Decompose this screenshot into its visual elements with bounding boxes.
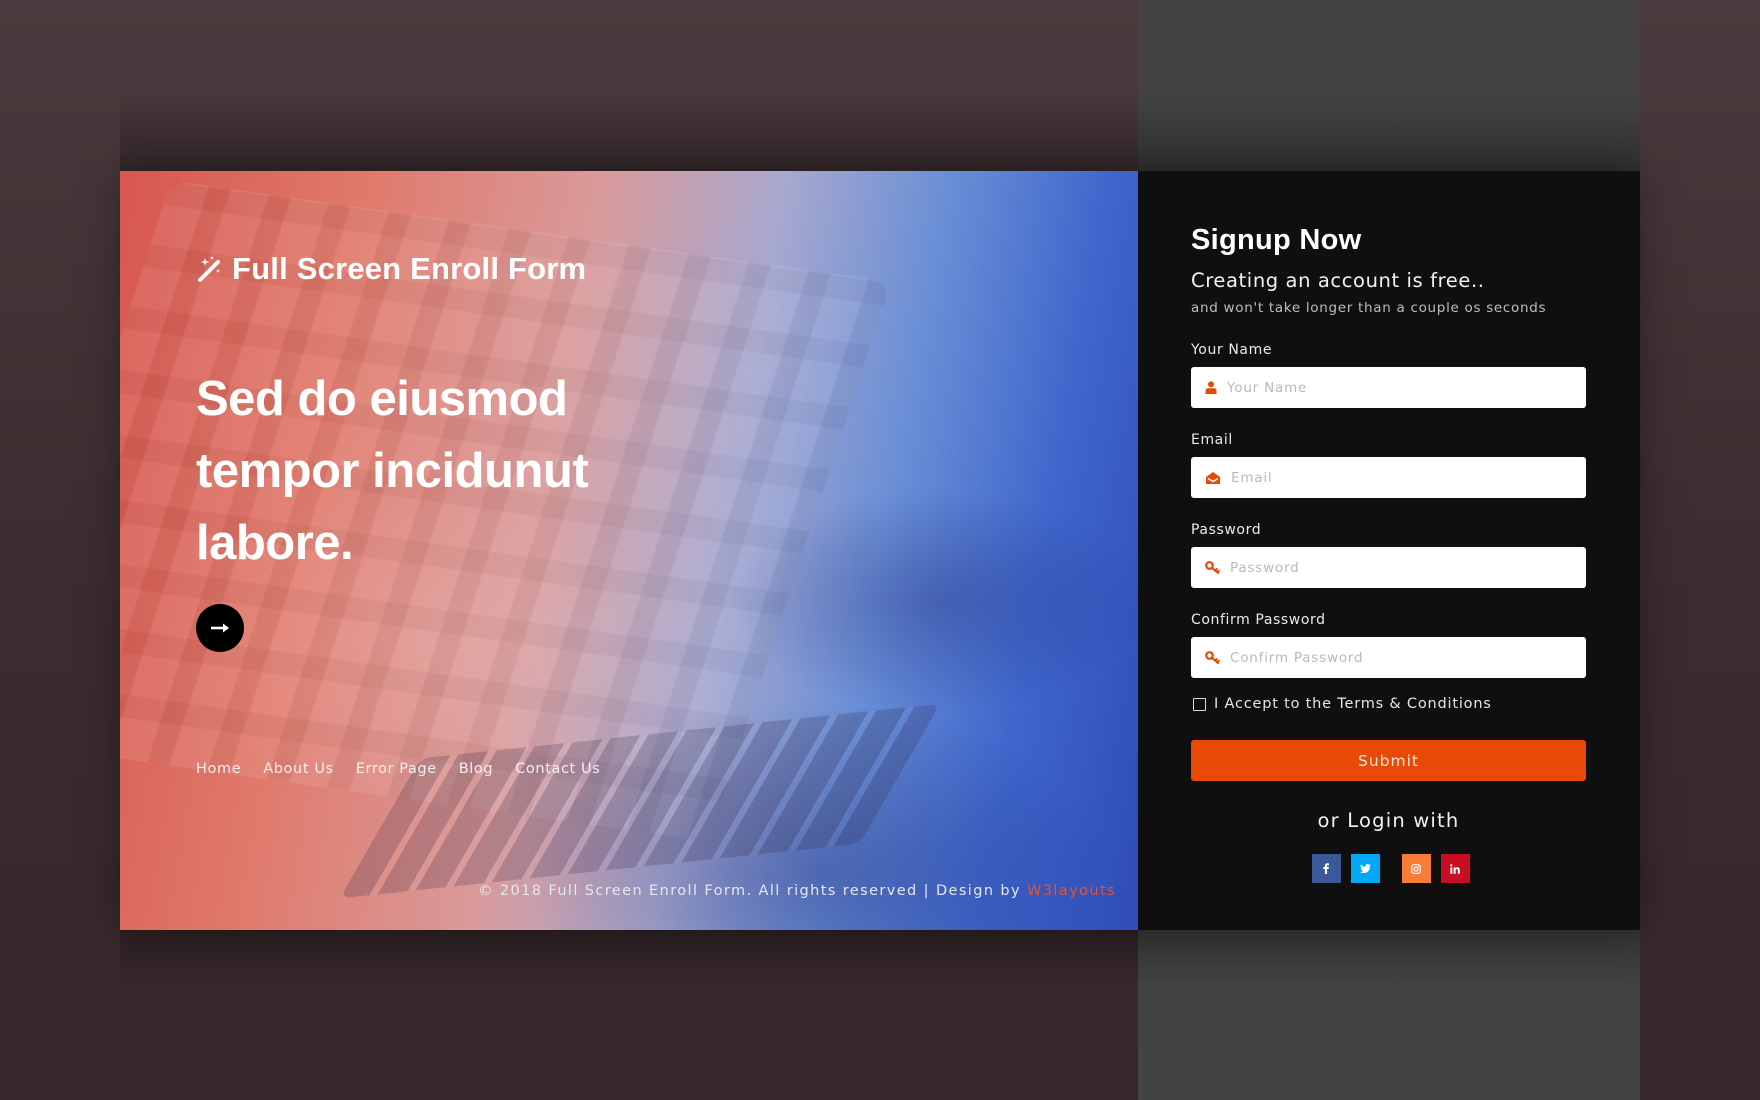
confirm-password-label: Confirm Password	[1191, 612, 1326, 628]
terms-row: I Accept to the Terms & Conditions	[1191, 696, 1586, 712]
social-login-buttons	[1191, 854, 1588, 883]
envelope-open-icon	[1206, 471, 1220, 484]
or-login-heading: or Login with	[1317, 809, 1460, 832]
key-icon	[1205, 651, 1220, 664]
name-input-box	[1191, 367, 1586, 408]
password-label: Password	[1191, 522, 1262, 538]
name-field-group: Your Name	[1191, 342, 1586, 408]
instagram-login-button[interactable]	[1401, 854, 1431, 883]
signup-form: Your Name Email	[1191, 342, 1586, 781]
nav-link-contact-us[interactable]: Contact Us	[515, 761, 600, 777]
linkedin-login-button[interactable]	[1440, 854, 1470, 883]
enroll-card: Full Screen Enroll Form Sed do eiusmod t…	[120, 171, 1640, 930]
arrow-right-icon	[211, 623, 229, 633]
twitter-icon	[1359, 864, 1371, 873]
confirm-password-field-group: Confirm Password	[1191, 612, 1586, 678]
twitter-login-button[interactable]	[1350, 854, 1380, 883]
name-label: Your Name	[1191, 342, 1273, 358]
w3layouts-link[interactable]: W3layouts	[1027, 883, 1116, 899]
copyright-text: © 2018 Full Screen Enroll Form. All righ…	[477, 883, 1028, 899]
email-field-group: Email	[1191, 432, 1586, 498]
user-icon	[1205, 381, 1217, 394]
hero-headline: Sed do eiusmod tempor incidunut labore.	[196, 372, 589, 570]
key-icon	[1205, 561, 1220, 574]
brand-logo[interactable]: Full Screen Enroll Form	[196, 251, 586, 287]
password-input[interactable]	[1228, 558, 1572, 577]
confirm-password-input[interactable]	[1228, 648, 1572, 667]
nav-link-home[interactable]: Home	[196, 761, 241, 777]
email-input[interactable]	[1229, 468, 1573, 487]
terms-label[interactable]: I Accept to the Terms & Conditions	[1214, 696, 1492, 712]
nav-link-about-us[interactable]: About Us	[263, 761, 333, 777]
name-input[interactable]	[1225, 378, 1569, 397]
signup-panel: Signup Now Creating an account is free..…	[1138, 171, 1640, 930]
nav-link-error-page[interactable]: Error Page	[356, 761, 437, 777]
facebook-icon	[1323, 863, 1329, 874]
footer-nav: Home About Us Error Page Blog Contact Us	[196, 761, 600, 777]
password-field-group: Password	[1191, 522, 1586, 588]
email-label: Email	[1191, 432, 1233, 448]
brand-title: Full Screen Enroll Form	[232, 251, 587, 286]
hero-panel: Full Screen Enroll Form Sed do eiusmod t…	[120, 171, 1138, 930]
instagram-icon	[1411, 863, 1421, 874]
copyright: © 2018 Full Screen Enroll Form. All righ…	[478, 883, 1116, 899]
terms-checkbox[interactable]	[1193, 697, 1206, 711]
signup-subtitle: Creating an account is free..	[1191, 269, 1485, 292]
email-input-box	[1191, 457, 1586, 498]
card-shadow-top	[120, 90, 1640, 171]
confirm-password-input-box	[1191, 637, 1586, 678]
linkedin-icon	[1450, 863, 1460, 874]
card-shadow-bottom	[120, 930, 1640, 990]
submit-button[interactable]: Submit	[1191, 740, 1586, 781]
facebook-login-button[interactable]	[1311, 854, 1341, 883]
password-input-box	[1191, 547, 1586, 588]
signup-title: Signup Now	[1191, 224, 1362, 256]
magic-wand-icon	[198, 256, 221, 282]
signup-note: and won't take longer than a couple os s…	[1191, 300, 1547, 316]
hero-arrow-button[interactable]	[196, 604, 244, 652]
nav-link-blog[interactable]: Blog	[459, 761, 493, 777]
